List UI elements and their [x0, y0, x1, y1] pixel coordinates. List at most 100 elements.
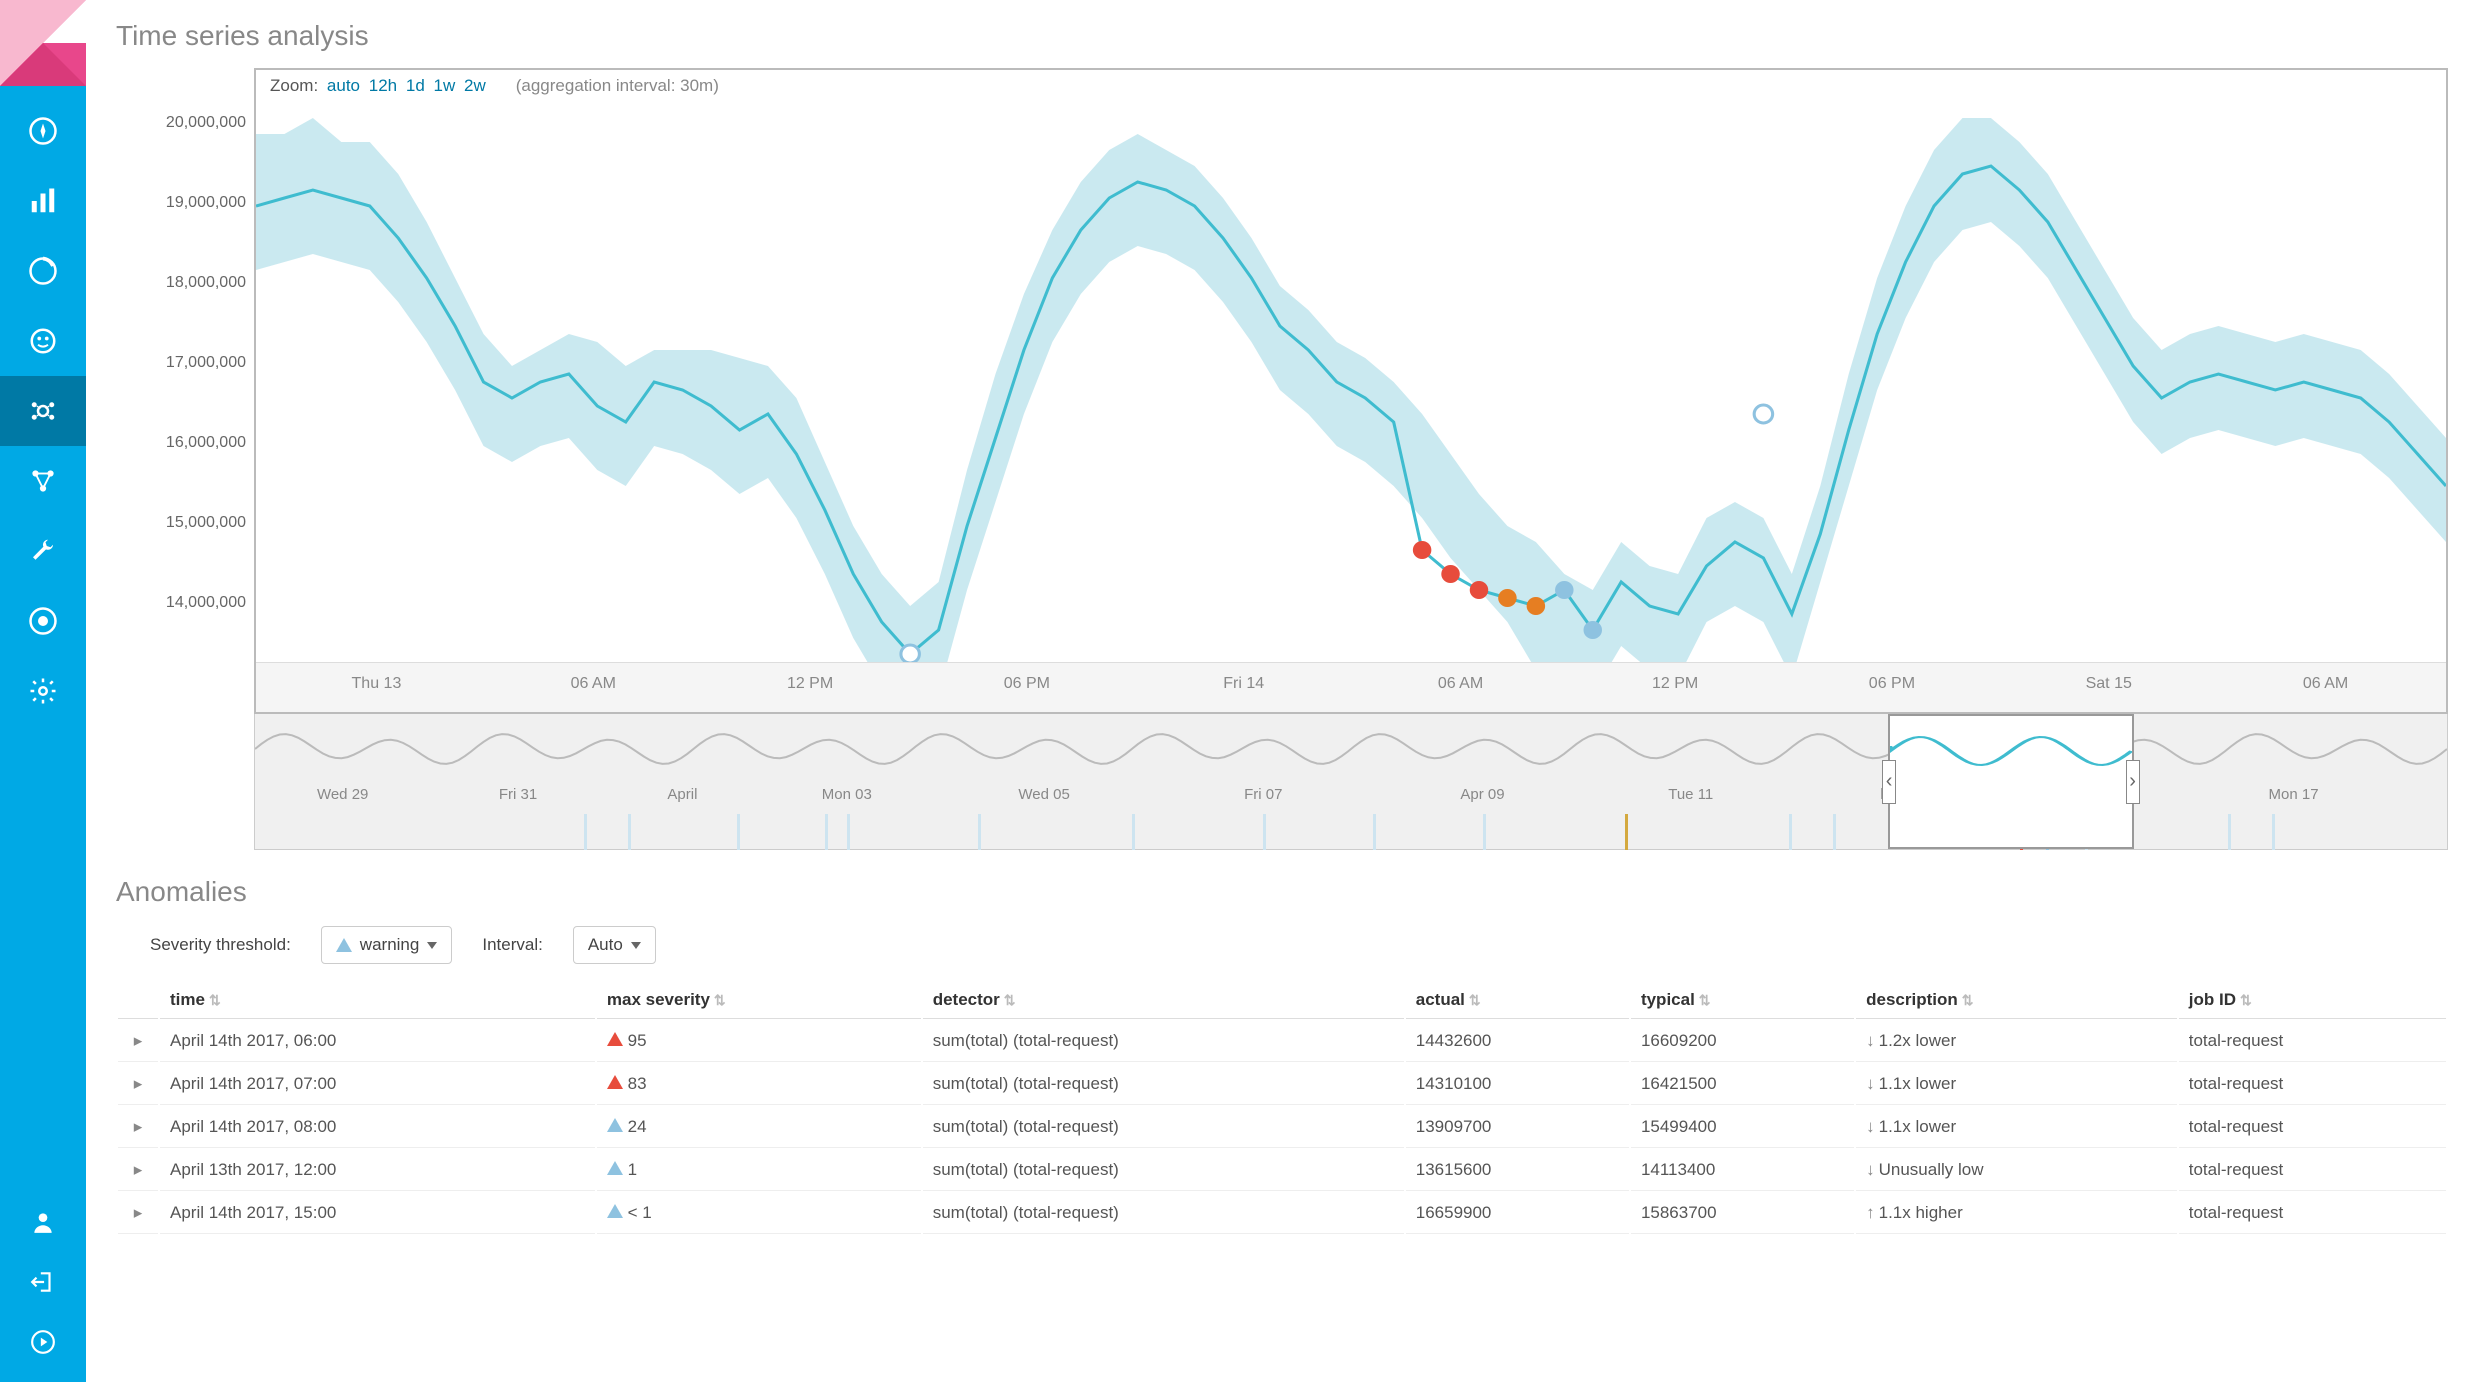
- cell-actual: 16659900: [1406, 1193, 1629, 1234]
- overview-marker: [628, 814, 631, 850]
- cell-severity: 24: [597, 1107, 921, 1148]
- overview-marker: [1373, 814, 1376, 850]
- overview-marker: [1833, 814, 1836, 850]
- col-max severity[interactable]: max severity⇅: [597, 982, 921, 1019]
- cell-description: Unusually low: [1856, 1150, 2177, 1191]
- overview-marker: [2228, 814, 2231, 850]
- overview-timeline[interactable]: Wed 29Fri 31AprilMon 03Wed 05Fri 07Apr 0…: [254, 714, 2448, 850]
- interval-label: Interval:: [482, 935, 542, 955]
- nav-visualize[interactable]: [0, 166, 86, 236]
- severity-icon: [607, 1161, 623, 1175]
- table-row: ▸April 14th 2017, 08:00 24sum(total) (to…: [118, 1107, 2446, 1148]
- expand-row[interactable]: ▸: [118, 1150, 158, 1191]
- cell-description: 1.1x lower: [1856, 1064, 2177, 1105]
- cell-actual: 14432600: [1406, 1021, 1629, 1062]
- col-actual[interactable]: actual⇅: [1406, 982, 1629, 1019]
- cell-actual: 13909700: [1406, 1107, 1629, 1148]
- y-tick: 19,000,000: [116, 194, 246, 274]
- zoom-1w[interactable]: 1w: [434, 76, 456, 95]
- expand-row[interactable]: ▸: [118, 1193, 158, 1234]
- overview-marker: [737, 814, 740, 850]
- y-tick: 16,000,000: [116, 434, 246, 514]
- nav-logout-icon[interactable]: [0, 1252, 86, 1312]
- cell-job: total-request: [2179, 1193, 2446, 1234]
- overview-tick: Fri 07: [1244, 786, 1282, 803]
- overview-tick: April: [667, 786, 697, 803]
- nav-graph[interactable]: [0, 446, 86, 516]
- nav-dashboard[interactable]: [0, 236, 86, 306]
- cell-actual: 14310100: [1406, 1064, 1629, 1105]
- table-row: ▸April 14th 2017, 15:00 < 1sum(total) (t…: [118, 1193, 2446, 1234]
- cell-severity: 1: [597, 1150, 921, 1191]
- cell-job: total-request: [2179, 1064, 2446, 1105]
- expand-row[interactable]: ▸: [118, 1021, 158, 1062]
- cell-severity: < 1: [597, 1193, 921, 1234]
- zoom-2w[interactable]: 2w: [464, 76, 486, 95]
- aggregation-interval: (aggregation interval: 30m): [516, 76, 719, 96]
- severity-icon: [607, 1075, 623, 1089]
- x-tick: 12 PM: [1652, 675, 1698, 693]
- y-tick: 18,000,000: [116, 274, 246, 354]
- chart-area: 20,000,00019,000,00018,000,00017,000,000…: [116, 68, 2448, 714]
- nav-timelion[interactable]: [0, 306, 86, 376]
- cell-detector: sum(total) (total-request): [923, 1193, 1404, 1234]
- cell-job: total-request: [2179, 1021, 2446, 1062]
- kibana-logo[interactable]: [0, 0, 86, 86]
- col-detector[interactable]: detector⇅: [923, 982, 1404, 1019]
- overview-tick: Mon 17: [2269, 786, 2319, 803]
- zoom-label: Zoom:: [270, 76, 318, 95]
- expand-row[interactable]: ▸: [118, 1107, 158, 1148]
- cell-time: April 14th 2017, 06:00: [160, 1021, 595, 1062]
- overview-marker: [825, 814, 828, 850]
- zoom-1d[interactable]: 1d: [406, 76, 425, 95]
- col-job ID[interactable]: job ID⇅: [2179, 982, 2446, 1019]
- brush-handle-left[interactable]: ‹: [1882, 760, 1896, 804]
- table-row: ▸April 14th 2017, 06:00 95sum(total) (to…: [118, 1021, 2446, 1062]
- interval-dropdown[interactable]: Auto: [573, 926, 656, 964]
- overview-marker: [2272, 814, 2275, 850]
- overview-marker: [1263, 814, 1266, 850]
- overview-brush[interactable]: ‹ ›: [1888, 714, 2134, 849]
- cell-actual: 13615600: [1406, 1150, 1629, 1191]
- brush-handle-right[interactable]: ›: [2126, 760, 2140, 804]
- y-tick: 20,000,000: [116, 114, 246, 194]
- x-tick: Thu 13: [352, 675, 402, 693]
- x-tick: 06 PM: [1004, 675, 1050, 693]
- cell-severity: 95: [597, 1021, 921, 1062]
- anomalies-table: time⇅max severity⇅detector⇅actual⇅typica…: [116, 980, 2448, 1236]
- chart-plot[interactable]: [256, 102, 2446, 662]
- x-tick: 12 PM: [787, 675, 833, 693]
- overview-marker: [584, 814, 587, 850]
- nav-monitoring[interactable]: [0, 586, 86, 656]
- nav-user-icon[interactable]: [0, 1192, 86, 1252]
- zoom-controls: Zoom: auto 12h 1d 1w 2w: [270, 76, 486, 96]
- overview-marker: [978, 814, 981, 850]
- overview-marker: [1132, 814, 1135, 850]
- caret-down-icon: [631, 942, 641, 949]
- warning-icon: [336, 938, 352, 952]
- cell-time: April 14th 2017, 15:00: [160, 1193, 595, 1234]
- sidebar: [0, 0, 86, 1382]
- expand-row[interactable]: ▸: [118, 1064, 158, 1105]
- overview-marker: [1483, 814, 1486, 850]
- nav-collapse-icon[interactable]: [0, 1312, 86, 1372]
- severity-dropdown[interactable]: warning: [321, 926, 453, 964]
- overview-tick: Mon 03: [822, 786, 872, 803]
- x-tick: 06 PM: [1869, 675, 1915, 693]
- nav-ml[interactable]: [0, 376, 86, 446]
- x-tick: Fri 14: [1223, 675, 1264, 693]
- col-description[interactable]: description⇅: [1856, 982, 2177, 1019]
- cell-typical: 15499400: [1631, 1107, 1854, 1148]
- col-time[interactable]: time⇅: [160, 982, 595, 1019]
- severity-label: Severity threshold:: [150, 935, 291, 955]
- overview-tick: Wed 29: [317, 786, 368, 803]
- nav-devtools[interactable]: [0, 516, 86, 586]
- nav-discover[interactable]: [0, 96, 86, 166]
- zoom-12h[interactable]: 12h: [369, 76, 397, 95]
- zoom-auto[interactable]: auto: [327, 76, 360, 95]
- nav-management[interactable]: [0, 656, 86, 726]
- col-typical[interactable]: typical⇅: [1631, 982, 1854, 1019]
- table-row: ▸April 13th 2017, 12:00 1sum(total) (tot…: [118, 1150, 2446, 1191]
- x-tick: Sat 15: [2086, 675, 2132, 693]
- cell-typical: 16421500: [1631, 1064, 1854, 1105]
